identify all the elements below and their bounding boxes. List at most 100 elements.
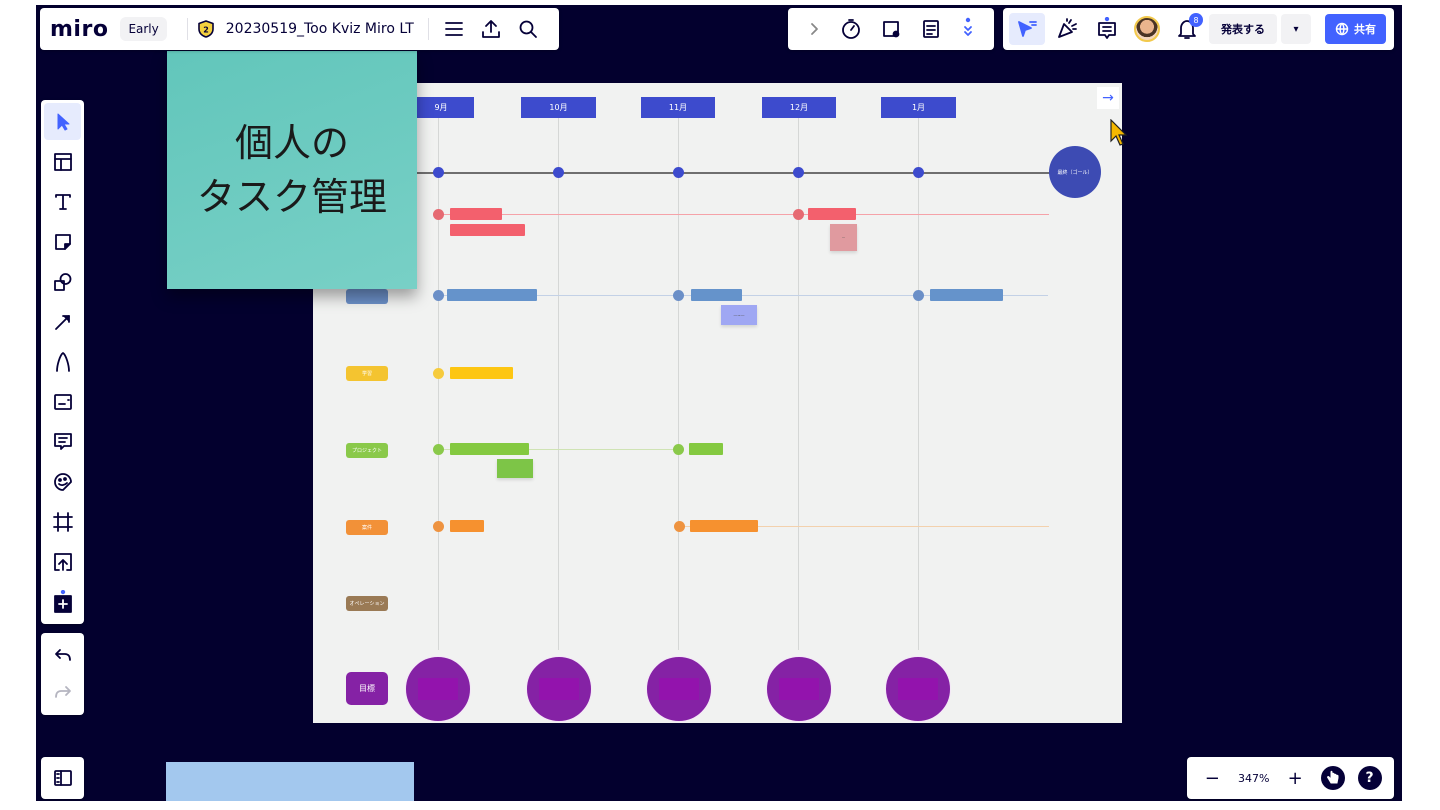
frame-next-arrow-icon[interactable]: → — [1097, 87, 1119, 109]
plan-badge[interactable]: Early — [120, 17, 167, 41]
task-dot[interactable] — [433, 521, 444, 532]
text-icon[interactable] — [44, 183, 81, 220]
goal-circle[interactable] — [766, 656, 832, 722]
pen-icon[interactable] — [44, 343, 81, 380]
month-header[interactable]: 11月 — [641, 97, 715, 118]
help-button[interactable]: ? — [1357, 766, 1382, 790]
undo-icon[interactable] — [44, 638, 81, 674]
task-dot[interactable] — [793, 209, 804, 220]
timeline-dot[interactable] — [673, 167, 684, 178]
frame-icon[interactable] — [44, 503, 81, 540]
hamburger-menu-icon[interactable] — [437, 13, 471, 45]
goal-row-label[interactable]: 目標 — [346, 672, 388, 705]
task-dot[interactable] — [433, 209, 444, 220]
redo-icon[interactable] — [44, 675, 81, 711]
month-gridline — [678, 118, 679, 650]
upload-icon[interactable] — [44, 543, 81, 580]
divider — [427, 18, 429, 40]
present-dropdown-chevron-icon[interactable]: ▾ — [1281, 14, 1311, 44]
reactions-filter-icon[interactable] — [1009, 13, 1045, 45]
task-dot[interactable] — [913, 290, 924, 301]
avatar[interactable] — [1134, 16, 1160, 42]
sticker-icon[interactable] — [44, 463, 81, 500]
zoom-out-button[interactable]: − — [1199, 764, 1225, 792]
sticky-note-add-icon[interactable] — [875, 14, 907, 44]
timeline-dot[interactable] — [793, 167, 804, 178]
month-header[interactable]: 10月 — [521, 97, 596, 118]
month-header[interactable]: 9月 — [408, 97, 474, 118]
zoom-in-button[interactable]: + — [1282, 764, 1308, 792]
sidebar-toggle-icon[interactable] — [41, 757, 84, 799]
comment-icon[interactable] — [44, 423, 81, 460]
row-line-red — [438, 214, 1049, 215]
divider — [186, 18, 188, 40]
task-bar[interactable] — [808, 208, 856, 220]
timeline-dot[interactable] — [433, 167, 444, 178]
task-bar[interactable] — [450, 208, 502, 220]
sticky-note-icon[interactable] — [44, 223, 81, 260]
task-bar[interactable] — [450, 443, 529, 455]
month-header[interactable]: 12月 — [762, 97, 836, 118]
mini-sticky-note[interactable]: ··· — [830, 224, 857, 251]
task-bar[interactable] — [689, 443, 723, 455]
task-bar[interactable] — [690, 520, 758, 532]
notifications-bell-icon[interactable]: 8 — [1169, 13, 1205, 45]
sticky-note-blue[interactable] — [166, 762, 414, 801]
board-title[interactable]: 20230519_Too Kviz Miro LT — [226, 21, 414, 37]
task-dot[interactable] — [673, 444, 684, 455]
celebrate-icon[interactable] — [1049, 13, 1085, 45]
notifications-count-badge: 8 — [1189, 13, 1203, 27]
miro-logo[interactable]: miro — [50, 17, 108, 42]
notes-icon[interactable] — [915, 14, 947, 44]
task-dot[interactable] — [433, 444, 444, 455]
chevron-right-icon[interactable] — [800, 14, 828, 44]
goal-circle[interactable] — [526, 656, 592, 722]
hand-tool-icon[interactable] — [1320, 766, 1345, 790]
task-dot[interactable] — [674, 521, 685, 532]
task-dot[interactable] — [433, 290, 444, 301]
board-header-panel: miro Early 2 20230519_Too Kviz Miro LT — [40, 8, 559, 50]
timeline-dot[interactable] — [553, 167, 564, 178]
share-button[interactable]: 共有 — [1325, 14, 1386, 44]
comments-list-icon[interactable] — [1089, 13, 1125, 45]
timeline-dot[interactable] — [913, 167, 924, 178]
mini-sticky-note[interactable] — [497, 459, 533, 478]
select-cursor-icon[interactable] — [44, 103, 81, 140]
task-dot[interactable] — [433, 368, 444, 379]
task-bar[interactable] — [447, 289, 537, 301]
sticky-note-title[interactable]: 個人の タスク管理 — [167, 51, 417, 289]
timer-icon[interactable] — [835, 14, 867, 44]
present-button[interactable]: 発表する — [1209, 14, 1277, 44]
export-upload-icon[interactable] — [471, 13, 511, 45]
goal-circle[interactable] — [405, 656, 471, 722]
more-apps-icon[interactable] — [954, 14, 982, 44]
row-label[interactable]: プロジェクト — [346, 443, 388, 458]
row-label[interactable]: 案件 — [346, 520, 388, 535]
task-dot[interactable] — [673, 290, 684, 301]
goal-circle[interactable] — [885, 656, 951, 722]
task-bar[interactable] — [691, 289, 742, 301]
zoom-level[interactable]: 347% — [1238, 772, 1269, 785]
card-icon[interactable] — [44, 383, 81, 420]
user-avatar-button[interactable] — [1129, 13, 1165, 45]
mini-sticky-note[interactable]: —~— — [721, 305, 757, 325]
goal-circle[interactable] — [646, 656, 712, 722]
task-bar[interactable] — [450, 520, 484, 532]
globe-icon — [1335, 22, 1349, 36]
month-header[interactable]: 1月 — [881, 97, 956, 118]
row-label[interactable]: 学習 — [346, 366, 388, 381]
row-label[interactable]: オペレーション — [346, 596, 388, 611]
shapes-icon[interactable] — [44, 263, 81, 300]
goal-milestone-circle[interactable]: 最終（ゴール） — [1049, 146, 1101, 198]
canvas-viewport[interactable]: 9月 10月 11月 12月 1月 最終（ゴール） ··· —~— 学習 プロジ… — [36, 5, 1402, 801]
connection-arrow-icon[interactable] — [44, 303, 81, 340]
timeline-frame[interactable]: 9月 10月 11月 12月 1月 最終（ゴール） ··· —~— 学習 プロジ… — [313, 83, 1122, 723]
search-icon[interactable] — [511, 13, 545, 45]
templates-icon[interactable] — [44, 143, 81, 180]
task-bar[interactable] — [450, 367, 513, 379]
row-label[interactable] — [346, 289, 388, 304]
task-bar[interactable] — [930, 289, 1003, 301]
task-bar[interactable] — [450, 224, 525, 236]
board-shield-icon[interactable]: 2 — [196, 19, 216, 39]
add-apps-icon[interactable] — [44, 583, 81, 620]
